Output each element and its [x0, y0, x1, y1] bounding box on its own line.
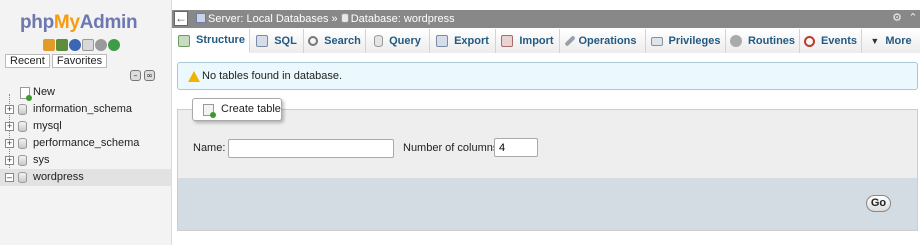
navigation-panel: phpMyAdmin Recent Favorites – ∞ New + in…: [0, 0, 172, 245]
tab-query[interactable]: Query: [366, 29, 430, 53]
info-icon[interactable]: [69, 39, 81, 51]
database-icon[interactable]: [56, 39, 68, 51]
home-icon[interactable]: [43, 39, 55, 51]
export-icon: [436, 35, 449, 47]
breadcrumb: Server: Local Databases » Database: word…: [196, 10, 455, 28]
create-table-title: Create table: [221, 103, 281, 115]
database-icon: [18, 138, 27, 149]
operations-icon: [564, 35, 577, 47]
table-name-input[interactable]: [228, 139, 394, 158]
favorites-tab[interactable]: Favorites: [51, 54, 108, 68]
tree-item-label: mysql: [33, 120, 62, 132]
expand-icon[interactable]: +: [5, 139, 14, 148]
tab-import[interactable]: Import: [496, 29, 560, 53]
recent-tab[interactable]: Recent: [5, 54, 50, 68]
database-icon: [18, 172, 27, 183]
reload-icon[interactable]: [108, 39, 120, 51]
link-icon[interactable]: ∞: [144, 70, 155, 81]
sql-icon: [256, 35, 269, 47]
tab-routines[interactable]: Routines: [726, 29, 800, 53]
docs-icon[interactable]: [82, 39, 94, 51]
collapse-top-icon[interactable]: ⌃: [908, 12, 918, 25]
import-icon: [501, 35, 514, 47]
expand-icon[interactable]: +: [5, 122, 14, 131]
back-arrow-icon[interactable]: ←: [174, 11, 188, 26]
tree-item-new[interactable]: New: [0, 84, 171, 101]
go-button[interactable]: Go: [866, 195, 891, 212]
tree-item-performance-schema[interactable]: + performance_schema: [0, 135, 171, 152]
tree-item-label: New: [33, 86, 56, 98]
tree-item-wordpress[interactable]: – wordpress: [0, 169, 171, 186]
number-of-columns-input[interactable]: [494, 138, 538, 157]
tab-operations[interactable]: Operations: [560, 29, 646, 53]
notice-box: No tables found in database.: [177, 62, 918, 90]
breadcrumb-separator: »: [331, 13, 338, 25]
expand-icon[interactable]: +: [5, 105, 14, 114]
breadcrumb-bar: ← Server: Local Databases » Database: wo…: [172, 10, 920, 28]
database-icon: [18, 104, 27, 115]
tree-item-information-schema[interactable]: + information_schema: [0, 101, 171, 118]
new-database-icon: [20, 87, 32, 101]
tab-structure[interactable]: Structure: [174, 29, 250, 53]
search-icon: [308, 36, 319, 46]
tree-item-sys[interactable]: + sys: [0, 152, 171, 169]
tab-search[interactable]: Search: [304, 29, 366, 53]
tree-item-label: information_schema: [33, 103, 133, 115]
tab-export[interactable]: Export: [430, 29, 496, 53]
database-icon: [340, 13, 349, 23]
tree-item-label: wordpress: [33, 171, 84, 183]
tab-events[interactable]: Events: [800, 29, 862, 53]
breadcrumb-database[interactable]: Database: wordpress: [351, 13, 455, 25]
database-icon: [18, 121, 27, 132]
warning-icon: [188, 71, 200, 82]
nav-icon-bar: [43, 39, 120, 51]
server-icon: [196, 13, 206, 23]
structure-icon: [178, 34, 191, 47]
routines-icon: [729, 35, 742, 47]
topbar-controls: ⚙ ⌃: [892, 12, 918, 25]
events-icon: [803, 35, 815, 47]
phpmyadmin-logo[interactable]: phpMyAdmin: [20, 12, 138, 34]
tab-sql[interactable]: SQL: [250, 29, 304, 53]
query-icon: [374, 35, 384, 47]
settings-icon[interactable]: [95, 39, 107, 51]
create-table-legend: Create table: [192, 98, 282, 121]
caret-down-icon: ▼: [870, 35, 880, 46]
database-tree: New + information_schema + mysql + perfo…: [0, 84, 171, 186]
tree-item-label: performance_schema: [33, 137, 140, 149]
privileges-icon: [650, 36, 663, 46]
settings-gear-icon[interactable]: ⚙: [892, 12, 902, 25]
tab-privileges[interactable]: Privileges: [646, 29, 726, 53]
notice-text: No tables found in database.: [202, 70, 343, 82]
tab-more[interactable]: ▼ More: [862, 29, 920, 53]
tree-item-mysql[interactable]: + mysql: [0, 118, 171, 135]
tree-controls: – ∞: [130, 70, 155, 81]
expand-icon[interactable]: +: [5, 156, 14, 165]
collapse-icon[interactable]: –: [5, 173, 14, 182]
breadcrumb-server[interactable]: Server: Local Databases: [208, 13, 328, 25]
nav-tabs: Recent Favorites: [5, 54, 108, 68]
collapse-all-icon[interactable]: –: [130, 70, 141, 81]
form-footer: [177, 178, 918, 231]
columns-label: Number of columns:: [403, 142, 502, 154]
create-table-icon: [203, 104, 216, 118]
tab-bar: Structure SQL Search Query Export Import…: [174, 29, 920, 53]
database-icon: [18, 155, 27, 166]
name-label: Name:: [193, 142, 226, 154]
tree-item-label: sys: [33, 154, 50, 166]
